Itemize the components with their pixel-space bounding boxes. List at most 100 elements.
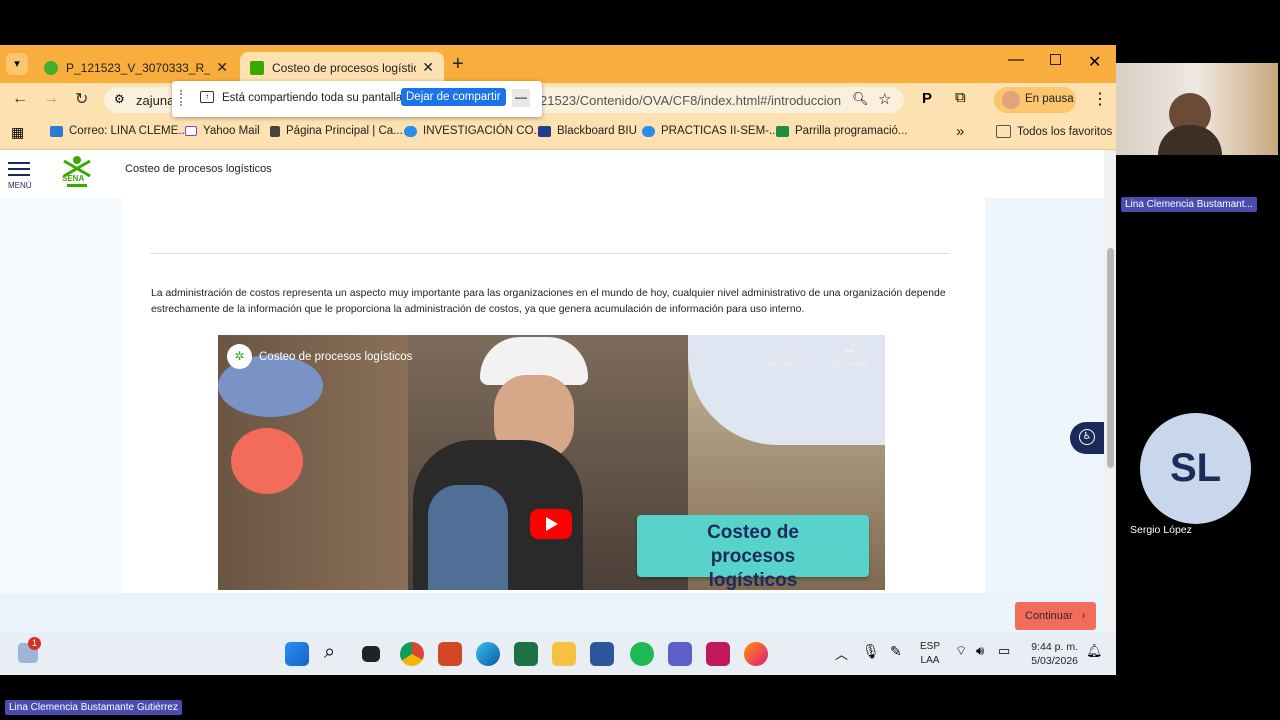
- bookmark-item[interactable]: Blackboard BIU: [538, 125, 637, 137]
- menu-kebab-icon[interactable]: ⋮: [1092, 89, 1108, 109]
- address-left-text: zajuna: [136, 93, 175, 108]
- close-window-button[interactable]: ✕: [1088, 52, 1101, 72]
- chrome-icon[interactable]: [400, 642, 424, 666]
- channel-avatar[interactable]: ✲: [227, 344, 252, 369]
- microphone-icon[interactable]: 🎙︎: [862, 643, 880, 660]
- drag-handle[interactable]: [180, 90, 186, 106]
- tab-2[interactable]: Costeo de procesos logísticos ✕: [240, 52, 444, 83]
- tab-1[interactable]: P_121523_V_3070333_R_11_C ✕: [34, 52, 238, 83]
- participant-video-tile[interactable]: [1116, 63, 1278, 155]
- hide-banner-button[interactable]: —: [512, 89, 530, 107]
- zoom-icon[interactable]: 🔍︎: [852, 91, 869, 107]
- shield-icon: [270, 125, 280, 137]
- accessibility-button[interactable]: ♿︎: [1070, 422, 1104, 454]
- tab-search-button[interactable]: ▾: [6, 53, 28, 75]
- play-button[interactable]: [530, 509, 572, 539]
- forward-icon[interactable]: →: [43, 90, 59, 108]
- chevron-right-icon: ›: [1081, 610, 1086, 622]
- language-indicator[interactable]: ESP LAA: [920, 640, 940, 668]
- play-icon: [546, 517, 558, 531]
- search-icon[interactable]: ⌕: [324, 641, 335, 664]
- site-info-icon[interactable]: ⚙: [114, 92, 125, 106]
- battery-icon[interactable]: ▭: [998, 643, 1010, 659]
- share-video-button[interactable]: ➦ Compartir: [825, 343, 875, 368]
- firefox-icon[interactable]: [744, 642, 768, 666]
- blackboard-icon: [538, 125, 551, 137]
- page-header-title: Costeo de procesos logísticos: [125, 163, 272, 175]
- start-icon[interactable]: [285, 642, 309, 666]
- volume-icon[interactable]: 🔊︎: [976, 643, 984, 659]
- notifications-icon[interactable]: 🔔︎: [1086, 643, 1103, 659]
- extensions-icon[interactable]: ⧉: [955, 89, 966, 106]
- spotify-icon[interactable]: [630, 642, 654, 666]
- video-title[interactable]: Costeo de procesos logísticos: [259, 351, 412, 363]
- hamburger-icon: [8, 162, 30, 164]
- presenter-name-tag: Lina Clemencia Bustamante Gutiérrez: [5, 700, 182, 715]
- worker-shirt: [428, 485, 508, 590]
- task-view-icon[interactable]: [362, 646, 380, 662]
- clock-icon: 🕓︎: [780, 343, 792, 358]
- left-backdrop: [0, 198, 122, 593]
- bookmark-item[interactable]: Correo: LINA CLEME...: [50, 125, 188, 137]
- avatar[interactable]: SL: [1140, 413, 1251, 524]
- notification-badge: 1: [28, 637, 41, 650]
- video-overlay-caption: Costeo de procesos logísticos: [637, 515, 869, 590]
- back-icon[interactable]: ←: [12, 90, 28, 108]
- participant-name: Sergio López: [1130, 524, 1192, 536]
- chevron-down-icon: ▾: [14, 58, 20, 70]
- chevron-up-icon[interactable]: ︿: [835, 644, 848, 663]
- bookmark-item[interactable]: Yahoo Mail: [185, 125, 260, 137]
- bookmark-item[interactable]: Página Principal | Ca...: [270, 125, 403, 137]
- video-player[interactable]: ✲ Costeo de procesos logísticos 🕓︎ Ver m…: [218, 335, 885, 590]
- tab-bar: ▾ P_121523_V_3070333_R_11_C ✕ Costeo de …: [0, 45, 1116, 83]
- minimize-button[interactable]: —: [1008, 51, 1024, 69]
- divider: [150, 253, 950, 254]
- bookmark-item[interactable]: INVESTIGACIÓN CO...: [404, 125, 543, 137]
- share-screen-icon: ↑: [200, 91, 214, 103]
- participant-name-tag: Lina Clemencia Bustamant...: [1121, 197, 1257, 212]
- sena-favicon-icon: [250, 60, 264, 75]
- sena-logo-icon: ✲: [234, 349, 245, 363]
- cloud-icon: [404, 125, 417, 137]
- word-icon[interactable]: [590, 642, 614, 666]
- watch-later-button[interactable]: 🕓︎ Ver más ta: [763, 343, 809, 368]
- reload-icon[interactable]: ↻: [75, 89, 88, 109]
- intro-paragraph: La administración de costos representa u…: [151, 288, 946, 315]
- all-favorites[interactable]: Todos los favoritos: [996, 125, 1112, 138]
- continue-button[interactable]: Continuar ›: [1015, 602, 1096, 630]
- more-bookmarks-icon[interactable]: »: [956, 123, 964, 140]
- edge-icon[interactable]: [476, 642, 500, 666]
- bookmark-star-icon[interactable]: ☆: [878, 90, 891, 108]
- cloud-icon: [642, 125, 655, 137]
- profile-button[interactable]: En pausa: [994, 87, 1076, 113]
- stop-sharing-button[interactable]: Dejar de compartir: [401, 88, 506, 106]
- close-tab-icon[interactable]: ✕: [422, 59, 434, 76]
- tab-favicon-icon: [44, 60, 58, 75]
- taskbar: 1 ⌕ ︿ 🎙︎ ✎ ESP LAA ⌔ 🔊︎ ▭ 9:44 p. m. 5/0…: [0, 633, 1116, 675]
- file-explorer-icon[interactable]: [552, 642, 576, 666]
- menu-button[interactable]: MENÚ: [8, 160, 32, 190]
- footer-bar: Continuar ›: [0, 593, 1104, 633]
- bookmarks-bar: ▦ Correo: LINA CLEME... Yahoo Mail Págin…: [0, 117, 1116, 150]
- wifi-icon[interactable]: ⌔: [955, 643, 967, 659]
- bookmark-item[interactable]: PRACTICAS II-SEM-...: [642, 125, 779, 137]
- powerpoint-icon[interactable]: [438, 642, 462, 666]
- new-tab-button[interactable]: +: [452, 53, 464, 76]
- pen-icon[interactable]: ✎: [890, 643, 902, 660]
- apps-grid-icon[interactable]: ▦: [11, 124, 24, 141]
- restore-button[interactable]: [1050, 54, 1061, 65]
- clock[interactable]: 9:44 p. m. 5/03/2026: [1030, 640, 1078, 668]
- extension-p-icon[interactable]: P: [922, 90, 932, 107]
- toolbar: ← → ↻ ⚙ zajuna 21523/Contenido/OVA/CF8/i…: [0, 83, 1116, 117]
- screen-share-banner: ↑ Está compartiendo toda su pantalla. De…: [172, 81, 542, 117]
- excel-icon[interactable]: [514, 642, 538, 666]
- bookmark-item[interactable]: Parrilla programació...: [776, 125, 907, 137]
- avatar: [1002, 91, 1020, 109]
- sena-logo: SENA: [60, 156, 94, 190]
- snipping-tool-icon[interactable]: [706, 642, 730, 666]
- scrollbar[interactable]: [1104, 150, 1116, 675]
- folder-icon: [996, 125, 1011, 138]
- close-tab-icon[interactable]: ✕: [216, 59, 228, 76]
- teams-icon[interactable]: [668, 642, 692, 666]
- address-url-text: 21523/Contenido/OVA/CF8/index.html#/intr…: [540, 93, 842, 108]
